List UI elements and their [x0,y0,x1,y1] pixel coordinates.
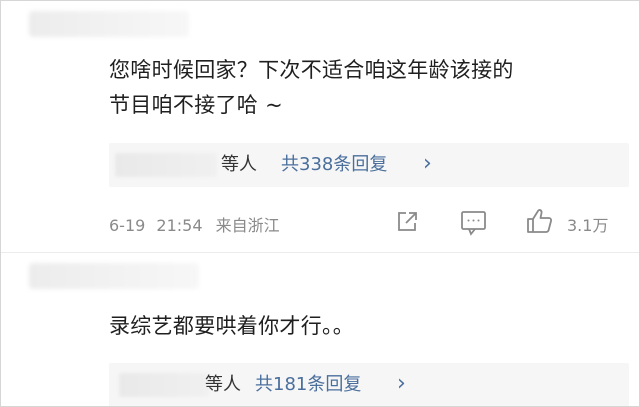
share-icon[interactable] [394,209,420,235]
username-masked [29,263,199,289]
comment-divider [1,252,639,253]
reply-usernames-masked [119,373,209,397]
like-count: 3.1万 [567,216,609,235]
comment-meta: 6-19 21:54 来自浙江 [109,212,280,236]
reply-usernames-masked [115,153,217,177]
reply-names-suffix: 等人 [221,154,257,175]
reply-count-link[interactable]: 共181条回复 [255,363,361,406]
reply-count-link[interactable]: 共338条回复 [281,143,387,187]
comment-text-line: 节目咱不接了哈 ~ [109,93,283,117]
reply-summary[interactable]: 等人 共338条回复 › [109,143,629,187]
comment-text-line: 录综艺都要哄着你才行。。 [109,314,355,338]
comment-list: 您啥时候回家？下次不适合咱这年龄该接的 节目咱不接了哈 ~ 等人 共338条回复… [0,0,640,407]
reply-names-suffix: 等人 [205,374,241,395]
comment-date: 6-19 [109,216,146,235]
username-masked [29,11,189,37]
reply-summary[interactable]: 等人 共181条回复 › [109,363,629,406]
comment-text-line: 您啥时候回家？下次不适合咱这年龄该接的 [109,58,514,82]
chevron-right-icon: › [397,371,406,396]
comment-location: 来自浙江 [215,216,280,235]
comment-icon[interactable] [459,209,489,237]
chevron-right-icon: › [423,151,432,176]
comment-time: 21:54 [156,216,203,235]
thumbs-up-icon[interactable] [525,206,555,236]
